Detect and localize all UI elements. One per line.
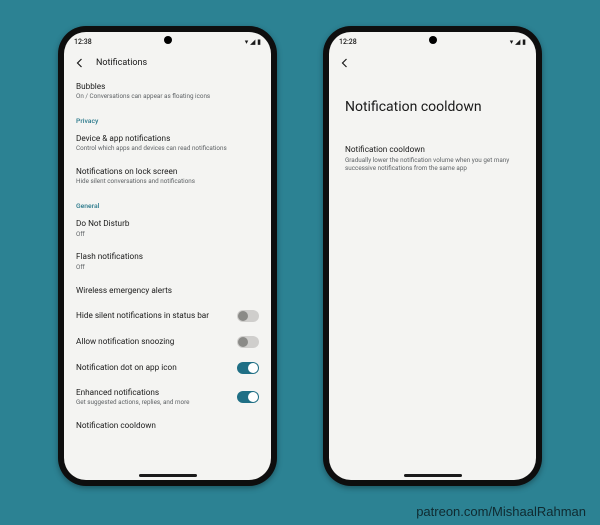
gesture-bar bbox=[139, 474, 197, 477]
back-arrow-icon[interactable] bbox=[339, 57, 351, 69]
row-subtitle: Control which apps and devices can read … bbox=[76, 145, 259, 153]
row-do-not-disturb[interactable]: Do Not Disturb Off bbox=[76, 212, 259, 245]
row-subtitle: Off bbox=[76, 264, 259, 272]
row-title: Enhanced notifications bbox=[76, 388, 229, 398]
row-title: Notification cooldown bbox=[76, 421, 259, 431]
status-icons: ▾ ◢ ▮ bbox=[510, 38, 526, 46]
status-time: 12:38 bbox=[74, 38, 92, 46]
row-title: Notification cooldown bbox=[345, 145, 520, 155]
row-subtitle: On / Conversations can appear as floatin… bbox=[76, 93, 259, 101]
row-enhanced-notifications[interactable]: Enhanced notifications Get suggested act… bbox=[76, 381, 259, 414]
row-subtitle: Get suggested actions, replies, and more bbox=[76, 399, 229, 407]
front-camera bbox=[429, 36, 437, 44]
credit-text: patreon.com/MishaalRahman bbox=[416, 504, 586, 519]
row-lock-screen-notifications[interactable]: Notifications on lock screen Hide silent… bbox=[76, 160, 259, 193]
app-bar bbox=[329, 52, 536, 69]
toggle-notification-dot[interactable] bbox=[237, 362, 259, 374]
phone-left: 12:38 ▾ ◢ ▮ Notifications Bubbles On / C… bbox=[58, 26, 277, 486]
phone-right: 12:28 ▾ ◢ ▮ Notification cooldown Notifi… bbox=[323, 26, 542, 486]
row-notification-cooldown-detail[interactable]: Notification cooldown Gradually lower th… bbox=[329, 137, 536, 181]
row-subtitle: Off bbox=[76, 231, 259, 239]
status-icons: ▾ ◢ ▮ bbox=[245, 38, 261, 46]
row-wireless-emergency-alerts[interactable]: Wireless emergency alerts bbox=[76, 279, 259, 303]
app-bar: Notifications bbox=[64, 52, 271, 75]
page-title: Notifications bbox=[96, 58, 147, 68]
row-flash-notifications[interactable]: Flash notifications Off bbox=[76, 245, 259, 278]
row-bubbles[interactable]: Bubbles On / Conversations can appear as… bbox=[76, 75, 259, 108]
section-privacy: Privacy bbox=[76, 108, 259, 127]
screen-left: 12:38 ▾ ◢ ▮ Notifications Bubbles On / C… bbox=[64, 32, 271, 480]
row-notification-dot[interactable]: Notification dot on app icon bbox=[76, 355, 259, 381]
row-title: Do Not Disturb bbox=[76, 219, 259, 229]
row-subtitle: Hide silent conversations and notificati… bbox=[76, 178, 259, 186]
row-title: Device & app notifications bbox=[76, 134, 259, 144]
toggle-hide-silent[interactable] bbox=[237, 310, 259, 322]
gesture-bar bbox=[404, 474, 462, 477]
row-allow-snoozing[interactable]: Allow notification snoozing bbox=[76, 329, 259, 355]
row-subtitle: Gradually lower the notification volume … bbox=[345, 157, 520, 173]
row-title: Bubbles bbox=[76, 82, 259, 92]
row-title: Allow notification snoozing bbox=[76, 337, 229, 347]
settings-list[interactable]: Bubbles On / Conversations can appear as… bbox=[64, 75, 271, 480]
row-title: Hide silent notifications in status bar bbox=[76, 311, 229, 321]
row-notification-cooldown[interactable]: Notification cooldown bbox=[76, 414, 259, 438]
front-camera bbox=[164, 36, 172, 44]
page-title: Notification cooldown bbox=[329, 69, 536, 137]
back-arrow-icon[interactable] bbox=[74, 57, 86, 69]
section-general: General bbox=[76, 193, 259, 212]
toggle-allow-snoozing[interactable] bbox=[237, 336, 259, 348]
toggle-enhanced-notifications[interactable] bbox=[237, 391, 259, 403]
row-title: Notification dot on app icon bbox=[76, 363, 229, 373]
screen-right: 12:28 ▾ ◢ ▮ Notification cooldown Notifi… bbox=[329, 32, 536, 480]
row-device-app-notifications[interactable]: Device & app notifications Control which… bbox=[76, 127, 259, 160]
row-hide-silent[interactable]: Hide silent notifications in status bar bbox=[76, 303, 259, 329]
row-title: Flash notifications bbox=[76, 252, 259, 262]
status-time: 12:28 bbox=[339, 38, 357, 46]
row-title: Notifications on lock screen bbox=[76, 167, 259, 177]
row-title: Wireless emergency alerts bbox=[76, 286, 259, 296]
